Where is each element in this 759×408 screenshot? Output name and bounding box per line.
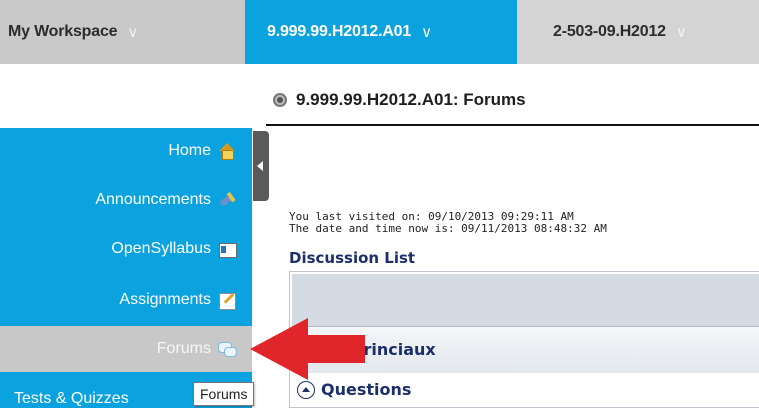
speech-bubbles-icon — [218, 340, 237, 358]
sidebar-item-assignments[interactable]: Assignments — [0, 277, 252, 323]
tab-label: 2-503-09.H2012 — [553, 23, 666, 40]
collapse-menu-handle[interactable] — [253, 131, 269, 201]
collapse-circle-icon[interactable] — [297, 380, 315, 399]
tool-menu: Home Announcements OpenSyllabus Assignme… — [0, 128, 252, 408]
current-time-text: The date and time now is: 09/11/2013 08:… — [289, 222, 607, 235]
megaphone-icon — [214, 187, 239, 212]
visit-info: You last visited on: 09/10/2013 09:29:11… — [289, 211, 607, 235]
tooltip-text: Forums — [200, 386, 248, 402]
header-divider — [266, 124, 759, 126]
syllabus-icon — [218, 240, 237, 258]
chevron-down-icon: ∨ — [421, 24, 432, 41]
tab-current-site[interactable]: 9.999.99.H2012.A01 ∨ — [245, 0, 517, 64]
sidebar-item-label: OpenSyllabus — [111, 240, 211, 257]
sidebar-item-label: Tests & Quizzes — [14, 390, 129, 407]
forum-title[interactable]: Questions — [321, 380, 411, 399]
sidebar-item-home[interactable]: Home — [0, 128, 252, 174]
tab-label: My Workspace — [8, 23, 118, 40]
tab-other-site[interactable]: 2-503-09.H2012 ∨ — [517, 0, 759, 64]
site-navigation-bar: My Workspace ∨ 9.999.99.H2012.A01 ∨ 2-50… — [0, 0, 759, 64]
tooltip: Forums — [193, 382, 255, 406]
sidebar-item-label: Announcements — [95, 191, 211, 208]
sidebar-item-announcements[interactable]: Announcements — [0, 177, 252, 223]
chevron-down-icon: ∨ — [675, 24, 687, 41]
chevron-down-icon: ∨ — [127, 24, 139, 41]
forum-item-questions[interactable]: Questions — [297, 380, 411, 399]
pencil-paper-icon — [218, 291, 236, 310]
collapse-arrow-icon — [257, 161, 263, 171]
tool-reset-icon[interactable] — [273, 93, 287, 107]
sidebar-item-label: Assignments — [119, 291, 211, 308]
tab-label: 9.999.99.H2012.A01 — [267, 23, 412, 40]
sidebar-item-label: Forums — [156, 340, 211, 357]
tab-my-workspace[interactable]: My Workspace ∨ — [0, 0, 245, 64]
sidebar-item-opensyllabus[interactable]: OpenSyllabus — [0, 226, 252, 272]
sidebar-item-label: Home — [168, 142, 211, 159]
page-title-text: 9.999.99.H2012.A01: Forums — [296, 90, 526, 109]
sidebar-item-forums[interactable]: Forums — [0, 326, 252, 372]
discussion-list-title: Discussion List — [289, 249, 416, 267]
home-icon — [218, 142, 236, 160]
red-arrow-icon — [250, 318, 365, 380]
page-title: 9.999.99.H2012.A01: Forums — [273, 90, 526, 110]
